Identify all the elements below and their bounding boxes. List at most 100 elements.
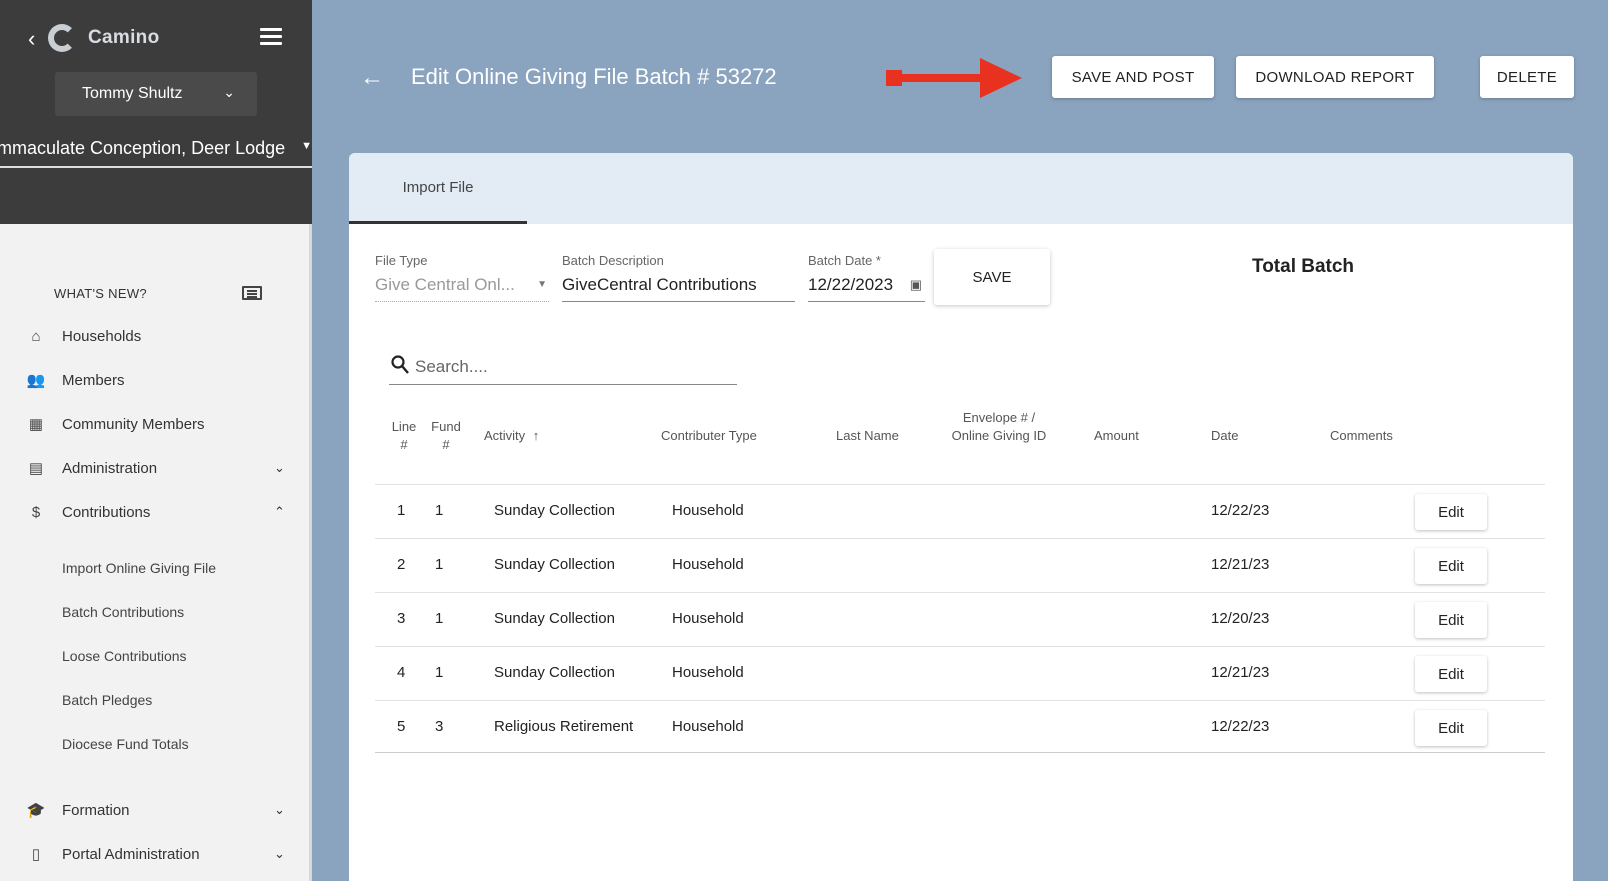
cell-date: 12/22/23 (1211, 502, 1270, 519)
dollar-icon: $ (31, 503, 41, 521)
sidebar-subitem-loose-contributions[interactable]: Loose Contributions (62, 648, 187, 664)
sidebar-item-label: Members (62, 371, 125, 389)
download-report-button[interactable]: DOWNLOAD REPORT (1236, 56, 1434, 98)
sort-arrow-up-icon: ↑ (532, 428, 540, 443)
batch-description-label: Batch Description (562, 253, 664, 268)
sidebar-subitem-batch-contributions[interactable]: Batch Contributions (62, 604, 184, 620)
building-icon: ▦ (28, 416, 44, 433)
parish-name: Immaculate Conception, Deer Lodge (0, 138, 286, 158)
door-icon: ▯ (31, 846, 41, 863)
sidebar-subitem-diocese-fund-totals[interactable]: Diocese Fund Totals (62, 736, 189, 752)
camino-logo-icon (48, 24, 76, 52)
edit-button[interactable]: Edit (1415, 656, 1487, 692)
cell-date: 12/21/23 (1211, 556, 1270, 573)
chevron-up-icon: ⌃ (274, 504, 285, 519)
sidebar-item-label: Contributions (62, 503, 151, 521)
col-header-amount[interactable]: Amount (1094, 427, 1139, 445)
user-name: Tommy Shultz (82, 85, 183, 102)
search-icon (391, 355, 409, 374)
file-type-value: Give Central Onl... (375, 275, 515, 294)
search-input[interactable] (415, 353, 735, 381)
edit-button[interactable]: Edit (1415, 548, 1487, 584)
table-row: 2 1 Sunday Collection Household 12/21/23… (375, 538, 1545, 591)
cell-line: 2 (397, 556, 406, 573)
cell-contributor-type: Household (672, 718, 744, 735)
search-field[interactable] (389, 353, 737, 385)
batch-description-input[interactable]: GiveCentral Contributions (562, 275, 795, 302)
sidebar-item-portal-administration[interactable]: ▯ Portal Administration ⌄ (0, 839, 300, 869)
collapse-chevron-icon[interactable]: ‹ (28, 26, 35, 52)
cell-fund: 1 (435, 664, 444, 681)
total-batch-heading: Total Batch (1252, 256, 1355, 277)
sidebar-item-label: Portal Administration (62, 845, 200, 863)
col-header-fund[interactable]: Fund # (429, 418, 463, 454)
save-button[interactable]: SAVE (934, 249, 1050, 305)
tab-bar: Import File (349, 153, 1573, 224)
batch-date-value: 12/22/2023 (808, 275, 894, 294)
batch-date-input[interactable]: 12/22/2023 ▣ (808, 275, 925, 302)
calendar-icon[interactable]: ▣ (910, 277, 922, 293)
edit-button[interactable]: Edit (1415, 602, 1487, 638)
col-header-comments[interactable]: Comments (1330, 427, 1393, 445)
user-selector[interactable]: Tommy Shultz ⌄ (55, 72, 257, 116)
sidebar-item-contributions[interactable]: $ Contributions ⌃ (0, 497, 300, 527)
col-header-activity-label: Activity (484, 428, 526, 443)
sidebar-item-label: Community Members (62, 415, 205, 433)
cell-fund: 3 (435, 718, 444, 735)
cell-line: 4 (397, 664, 406, 681)
col-header-contributor-type[interactable]: Contributer Type (661, 427, 757, 445)
edit-button[interactable]: Edit (1415, 710, 1487, 746)
chevron-down-icon: ⌄ (274, 460, 285, 475)
menu-icon[interactable] (260, 28, 282, 46)
chevron-down-icon: ⌄ (274, 802, 285, 817)
cell-activity: Sunday Collection (494, 664, 615, 681)
graduation-cap-icon: 🎓 (26, 802, 46, 819)
cell-fund: 1 (435, 610, 444, 627)
sidebar-item-administration[interactable]: ▤ Administration ⌄ (0, 453, 300, 483)
annotation-arrow-icon (886, 58, 1022, 98)
batch-date-label: Batch Date * (808, 253, 881, 268)
page-title: Edit Online Giving File Batch # 53272 (411, 64, 777, 89)
cell-fund: 1 (435, 502, 444, 519)
col-header-last-name[interactable]: Last Name (836, 427, 899, 445)
cell-contributor-type: Household (672, 610, 744, 627)
delete-button[interactable]: DELETE (1480, 56, 1574, 98)
parish-selector[interactable]: Immaculate Conception, Deer Lodge ▼ (0, 134, 312, 168)
cell-activity: Sunday Collection (494, 556, 615, 573)
people-icon: 👥 (26, 372, 46, 389)
edit-button[interactable]: Edit (1415, 494, 1487, 530)
table-row: 5 3 Religious Retirement Household 12/22… (375, 700, 1545, 753)
save-and-post-button[interactable]: SAVE AND POST (1052, 56, 1214, 98)
col-header-line[interactable]: Line # (389, 418, 419, 454)
cell-activity: Sunday Collection (494, 610, 615, 627)
whats-new-link[interactable]: WHAT'S NEW? (54, 286, 147, 301)
sidebar-item-label: Formation (62, 801, 130, 819)
col-header-date[interactable]: Date (1211, 427, 1238, 445)
table-divider (375, 752, 1545, 753)
cell-line: 3 (397, 610, 406, 627)
sidebar-item-label: Administration (62, 459, 158, 477)
cell-line: 1 (397, 502, 406, 519)
col-header-activity[interactable]: Activity ↑ (484, 427, 539, 445)
sidebar: ‹ Camino Tommy Shultz ⌄ Immaculate Conce… (0, 0, 312, 881)
cell-activity: Sunday Collection (494, 502, 615, 519)
back-arrow-icon[interactable]: ← (360, 64, 384, 92)
tab-import-file[interactable]: Import File (349, 153, 527, 224)
home-icon: ⌂ (31, 327, 41, 345)
chevron-down-icon: ⌄ (223, 84, 235, 100)
col-header-envelope[interactable]: Envelope # / Online Giving ID (951, 409, 1047, 445)
cell-date: 12/20/23 (1211, 610, 1270, 627)
sidebar-item-households[interactable]: ⌂ Households (0, 321, 300, 351)
sidebar-subitem-batch-pledges[interactable]: Batch Pledges (62, 692, 152, 708)
sidebar-subitem-import-online-giving-file[interactable]: Import Online Giving File (62, 560, 216, 576)
file-type-select[interactable]: Give Central Onl... ▼ (375, 275, 549, 302)
sidebar-item-members[interactable]: 👥 Members (0, 365, 300, 395)
app-name: Camino (88, 27, 160, 48)
newspaper-icon[interactable] (242, 286, 262, 300)
table-row: 3 1 Sunday Collection Household 12/20/23… (375, 592, 1545, 645)
sidebar-item-formation[interactable]: 🎓 Formation ⌄ (0, 795, 300, 825)
caret-down-icon: ▼ (301, 140, 312, 152)
sidebar-item-community-members[interactable]: ▦ Community Members (0, 409, 300, 439)
cell-activity: Religious Retirement (494, 718, 634, 735)
cell-date: 12/22/23 (1211, 718, 1270, 735)
